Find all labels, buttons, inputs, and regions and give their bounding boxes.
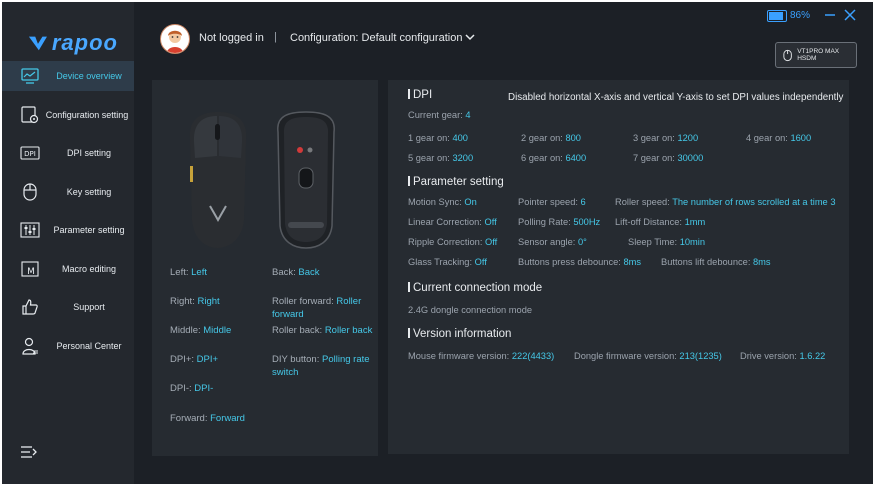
param-sleep-time: Sleep Time: 10min [628,237,706,247]
rapoo-logo: rapoo [28,30,118,56]
sidebar-item-label: Key setting [66,187,112,197]
device-name: VT1PRO MAX HSDM [797,48,840,62]
dongle-firmware-version: Dongle firmware version: 213(1235) [574,351,722,361]
dpi-icon: DPI [20,143,40,163]
close-icon[interactable] [843,8,857,22]
menu-collapse-icon[interactable] [20,444,40,464]
version-section-title: Version information [408,328,511,340]
dpi-note: Disabled horizontal X-axis and vertical … [508,92,844,103]
param-lift-debounce: Buttons lift debounce: 8ms [661,257,771,267]
mapping-right[interactable]: Right: Right [170,295,220,308]
dpi-gear-1: 1 gear on: 400 [408,133,468,143]
sidebar-item-label: Support [73,302,105,312]
sidebar-item-label: Macro editing [61,264,117,274]
dpi-section-title: DPI [408,89,432,101]
param-sensor-angle: Sensor angle: 0° [518,237,587,247]
battery-percent: 86% [790,10,811,21]
sidebar-item-label: Configuration setting [45,110,129,120]
dpi-gear-3: 3 gear on: 1200 [633,133,699,143]
thumbs-up-icon [20,297,40,317]
sidebar-item-label: DPI setting [66,148,112,158]
brand-name: rapoo [51,30,118,55]
battery-icon [767,10,787,22]
mapping-forward[interactable]: Forward: Forward [170,412,245,425]
mouse-firmware-version: Mouse firmware version: 222(4433) [408,351,555,361]
sidebar-item-device-overview[interactable]: Device overview [2,61,134,91]
param-polling-rate: Polling Rate: 500Hz [518,217,601,227]
sidebar-item-parameter-setting[interactable]: Parameter setting [2,215,134,245]
sidebar-item-label: Device overview [56,71,122,81]
mapping-roller-forward[interactable]: Roller forward: Roller forward [272,295,376,321]
dpi-gear-5: 5 gear on: 3200 [408,153,474,163]
device-selector-button[interactable]: VT1PRO MAX HSDM [775,42,857,68]
sidebar-item-configuration-setting[interactable]: Configuration setting [2,100,134,130]
config-gear-icon [20,105,40,125]
param-ripple-correction: Ripple Correction: Off [408,237,498,247]
dpi-gear-6: 6 gear on: 6400 [521,153,587,163]
sidebar-item-key-setting[interactable]: Key setting [2,177,134,207]
dpi-gear-4: 4 gear on: 1600 [746,133,812,143]
user-icon [20,336,40,356]
chevron-down-icon[interactable] [465,33,475,41]
device-mouse-icon [783,49,792,62]
mapping-diy-button[interactable]: DIY button: Polling rate switch [272,353,376,379]
mouse-icon [20,182,40,202]
sidebar-item-dpi-setting[interactable]: DPI DPI setting [2,138,134,168]
mapping-left[interactable]: Left: Left [170,266,207,279]
param-press-debounce: Buttons press debounce: 8ms [518,257,642,267]
mouse-image [180,110,350,250]
sidebar-item-macro-editing[interactable]: M Macro editing [2,254,134,284]
header: Not logged in | Configuration: Default c… [134,2,873,74]
rapoo-v-icon [28,36,47,51]
param-glass-tracking: Glass Tracking: Off [408,257,487,267]
drive-version: Drive version: 1.6.22 [740,351,826,361]
device-info-panel: DPI Disabled horizontal X-axis and verti… [388,80,849,454]
sidebar: rapoo Device overview Configuration sett… [2,2,134,484]
mapping-middle[interactable]: Middle: Middle [170,324,231,337]
configuration-selector[interactable]: Configuration: Default configuration [290,32,462,44]
current-gear: Current gear: 4 [408,110,471,120]
connection-section-title: Current connection mode [408,282,542,294]
dpi-gear-2: 2 gear on: 800 [521,133,581,143]
sidebar-item-personal-center[interactable]: Personal Center [2,331,134,361]
parameter-section-title: Parameter setting [408,176,504,188]
login-status[interactable]: Not logged in [199,32,264,44]
param-pointer-speed: Pointer speed: 6 [518,197,586,207]
sidebar-item-label: Parameter setting [53,225,125,235]
sliders-icon [20,220,40,240]
mapping-dpi-plus[interactable]: DPI+: DPI+ [170,353,218,366]
header-separator: | [274,31,277,43]
sidebar-item-label: Personal Center [56,341,122,351]
sidebar-item-support[interactable]: Support [2,292,134,322]
minimize-icon[interactable] [823,8,837,22]
svg-text:M: M [27,267,35,277]
param-linear-correction: Linear Correction: Off [408,217,497,227]
dpi-gear-7: 7 gear on: 30000 [633,153,704,163]
param-roller-speed: Roller speed: The number of rows scrolle… [615,197,836,207]
app-window: rapoo Device overview Configuration sett… [2,2,873,484]
mapping-back[interactable]: Back: Back [272,266,376,279]
avatar[interactable] [160,24,190,54]
mapping-dpi-minus[interactable]: DPI-: DPI- [170,382,213,395]
param-liftoff-distance: Lift-off Distance: 1mm [615,217,706,227]
button-mapping-panel: Left: Left Right: Right Middle: Middle D… [152,80,378,456]
param-motion-sync: Motion Sync: On [408,197,477,207]
svg-text:DPI: DPI [24,150,36,158]
mapping-roller-back[interactable]: Roller back: Roller back [272,324,376,337]
chart-monitor-icon [20,66,40,86]
connection-mode: 2.4G dongle connection mode [408,305,533,315]
macro-icon: M [20,259,40,279]
